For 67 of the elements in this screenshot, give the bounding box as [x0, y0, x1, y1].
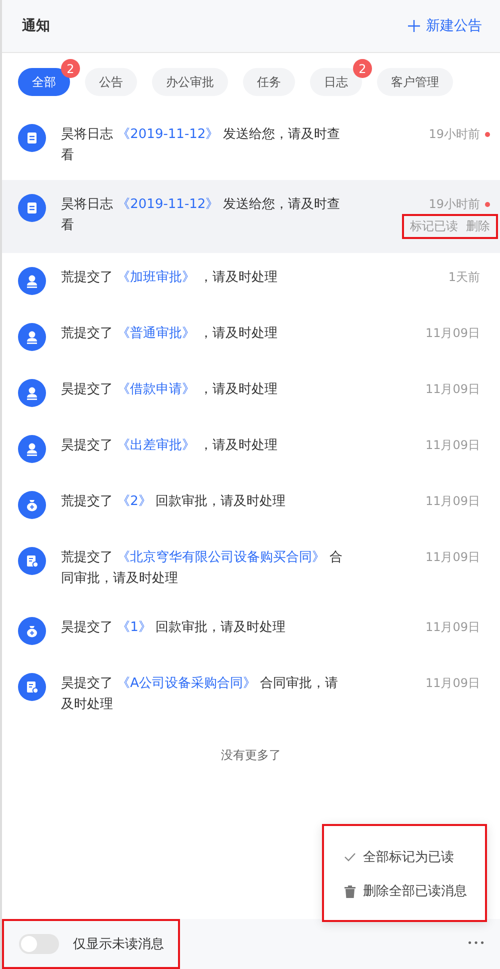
notification-text: 昊提交了 《借款申请》 ，请及时处理	[61, 381, 278, 399]
notification-text: 荒提交了 《2》 回款审批，请及时处理	[61, 493, 287, 511]
document-link[interactable]: 《借款申请》	[117, 382, 196, 397]
contract-icon	[18, 673, 46, 701]
timestamp: 11月09日	[425, 549, 480, 566]
notification-row[interactable]: 昊将日志 《2019-11-12》 发送给您，请及时查看 19小时前	[2, 110, 500, 180]
end-of-list-note: 没有更多了	[220, 747, 282, 764]
timestamp: 11月09日	[425, 381, 480, 398]
toggle-label: 仅显示未读消息	[73, 936, 164, 953]
notification-text: 昊将日志 《2019-11-12》 发送给您，请及时查看	[61, 126, 341, 165]
document-icon	[18, 124, 46, 152]
filter-tab[interactable]: 客户管理	[377, 68, 453, 96]
document-link[interactable]: 《2019-11-12》	[117, 127, 219, 142]
more-button[interactable]: •••	[467, 939, 486, 949]
timestamp: 11月09日	[425, 493, 480, 510]
document-icon	[18, 194, 46, 222]
timestamp: 19小时前	[428, 196, 480, 213]
notification-text: 荒提交了 《加班审批》 ，请及时处理	[61, 269, 278, 287]
contract-icon	[18, 547, 46, 575]
person-icon	[18, 435, 46, 463]
timestamp: 19小时前	[428, 126, 480, 143]
notification-row[interactable]: 昊将日志 《2019-11-12》 发送给您，请及时查看 19小时前 标记已读 删除	[2, 180, 500, 253]
timestamp: 11月09日	[425, 437, 480, 454]
money-bag-icon	[18, 491, 46, 519]
check-icon	[344, 852, 356, 862]
notification-row[interactable]: 荒提交了 《普通审批》 ，请及时处理 11月09日	[2, 309, 500, 365]
notification-row[interactable]: 昊提交了 《借款申请》 ，请及时处理 11月09日	[2, 365, 500, 421]
notification-text: 昊提交了 《1》 回款审批，请及时处理	[61, 619, 287, 637]
document-link[interactable]: 《出差审批》	[117, 438, 196, 453]
notification-text: 荒提交了 《北京穹华有限公司设备购买合同》 合同审批，请及时处理	[61, 549, 344, 588]
new-announcement-button[interactable]: 新建公告	[408, 17, 482, 35]
person-icon	[18, 379, 46, 407]
menu-item[interactable]: 删除全部已读消息	[324, 874, 485, 908]
filter-tab[interactable]: 公告	[85, 68, 137, 96]
document-link[interactable]: 《2》	[117, 494, 152, 509]
toggle-switch[interactable]	[19, 934, 59, 954]
plus-icon	[408, 20, 420, 32]
notification-row[interactable]: 昊提交了 《出差审批》 ，请及时处理 11月09日	[2, 421, 500, 477]
notification-row[interactable]: 昊提交了 《1》 回款审批，请及时处理 11月09日	[2, 603, 500, 659]
document-link[interactable]: 《加班审批》	[117, 270, 196, 285]
document-link[interactable]: 《1》	[117, 620, 152, 635]
count-badge: 2	[353, 59, 372, 78]
filter-tab[interactable]: 任务	[243, 68, 295, 96]
timestamp: 11月09日	[425, 619, 480, 636]
document-link[interactable]: 《2019-11-12》	[117, 197, 219, 212]
document-link[interactable]: 《北京穹华有限公司设备购买合同》	[117, 550, 326, 565]
notification-text: 昊提交了 《A公司设备采购合同》 合同审批，请及时处理	[61, 675, 340, 714]
notification-text: 昊提交了 《出差审批》 ，请及时处理	[61, 437, 278, 455]
person-icon	[18, 267, 46, 295]
count-badge: 2	[61, 59, 80, 78]
money-bag-icon	[18, 617, 46, 645]
panel-title: 通知	[22, 17, 50, 35]
document-link[interactable]: 《普通审批》	[117, 326, 196, 341]
notification-text: 荒提交了 《普通审批》 ，请及时处理	[61, 324, 278, 343]
notification-row[interactable]: 荒提交了 《2》 回款审批，请及时处理 11月09日	[2, 477, 500, 533]
notification-text: 昊将日志 《2019-11-12》 发送给您，请及时查看	[61, 196, 341, 235]
timestamp: 1天前	[448, 269, 480, 286]
notification-row[interactable]: 荒提交了 《北京穹华有限公司设备购买合同》 合同审批，请及时处理 11月09日	[2, 533, 500, 603]
menu-item[interactable]: 全部标记为已读	[324, 840, 485, 874]
timestamp: 11月09日	[425, 675, 480, 692]
notification-row[interactable]: 昊提交了 《A公司设备采购合同》 合同审批，请及时处理 11月09日	[2, 659, 500, 729]
timestamp: 11月09日	[425, 325, 480, 342]
document-link[interactable]: 《A公司设备采购合同》	[117, 676, 256, 691]
person-icon	[18, 323, 46, 351]
filter-tab[interactable]: 办公审批	[152, 68, 228, 96]
notification-row[interactable]: 荒提交了 《加班审批》 ，请及时处理 1天前	[2, 253, 500, 309]
trash-icon	[344, 884, 356, 898]
